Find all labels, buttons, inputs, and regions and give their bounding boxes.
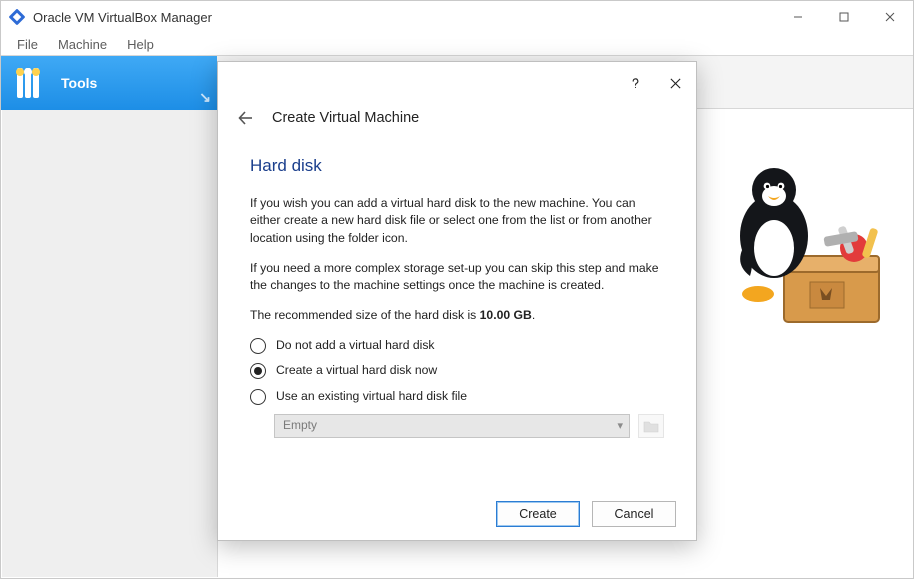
virtualbox-logo-icon [9, 9, 25, 25]
back-button[interactable] [236, 108, 256, 128]
window-maximize-button[interactable] [821, 1, 867, 33]
browse-folder-button[interactable] [638, 414, 664, 438]
dialog-help-button[interactable] [626, 74, 644, 92]
radio-icon [250, 363, 266, 379]
cancel-button[interactable]: Cancel [592, 501, 676, 527]
create-vm-dialog: Create Virtual Machine Hard disk If you … [217, 61, 697, 541]
radio-icon [250, 389, 266, 405]
create-button[interactable]: Create [496, 501, 580, 527]
dialog-body: Hard disk If you wish you can add a virt… [218, 138, 696, 438]
tools-icon [1, 68, 55, 98]
vm-list-pane [2, 110, 218, 577]
dialog-close-button[interactable] [666, 74, 684, 92]
titlebar: Oracle VM VirtualBox Manager [1, 1, 913, 33]
window-title: Oracle VM VirtualBox Manager [33, 10, 212, 25]
existing-disk-combo[interactable]: Empty ▾ [274, 414, 630, 438]
dialog-title: Create Virtual Machine [272, 110, 419, 126]
radio-label: Use an existing virtual hard disk file [276, 388, 467, 406]
radio-option-none[interactable]: Do not add a virtual hard disk [250, 337, 664, 355]
intro-paragraph-2: If you need a more complex storage set-u… [250, 260, 664, 295]
intro-paragraph-1: If you wish you can add a virtual hard d… [250, 195, 664, 248]
radio-label: Create a virtual hard disk now [276, 362, 437, 380]
chevron-down-icon: ▾ [617, 419, 623, 435]
menubar: File Machine Help [1, 33, 913, 55]
dialog-footer: Create Cancel [218, 488, 696, 540]
recommended-size-line: The recommended size of the hard disk is… [250, 307, 664, 325]
main-window: Oracle VM VirtualBox Manager File Machin… [0, 0, 914, 579]
radio-option-create[interactable]: Create a virtual hard disk now [250, 362, 664, 380]
reco-pre: The recommended size of the hard disk is [250, 308, 480, 322]
tux-toolbox-illustration [724, 156, 894, 336]
radio-option-existing[interactable]: Use an existing virtual hard disk file [250, 388, 664, 406]
radio-icon [250, 338, 266, 354]
sidebar-tools-tile[interactable]: Tools ↘ [1, 56, 217, 110]
reco-size: 10.00 GB [480, 308, 532, 322]
chevron-icon: ↘ [199, 89, 211, 106]
tools-label: Tools [61, 75, 97, 91]
existing-disk-row: Empty ▾ [274, 414, 664, 438]
window-close-button[interactable] [867, 1, 913, 33]
section-heading: Hard disk [250, 154, 664, 179]
dialog-titlebar [218, 62, 696, 104]
combo-value: Empty [283, 417, 317, 434]
dialog-header: Create Virtual Machine [218, 104, 696, 138]
menu-file[interactable]: File [7, 35, 48, 54]
radio-label: Do not add a virtual hard disk [276, 337, 435, 355]
menu-machine[interactable]: Machine [48, 35, 117, 54]
menu-help[interactable]: Help [117, 35, 164, 54]
reco-post: . [532, 308, 535, 322]
window-minimize-button[interactable] [775, 1, 821, 33]
